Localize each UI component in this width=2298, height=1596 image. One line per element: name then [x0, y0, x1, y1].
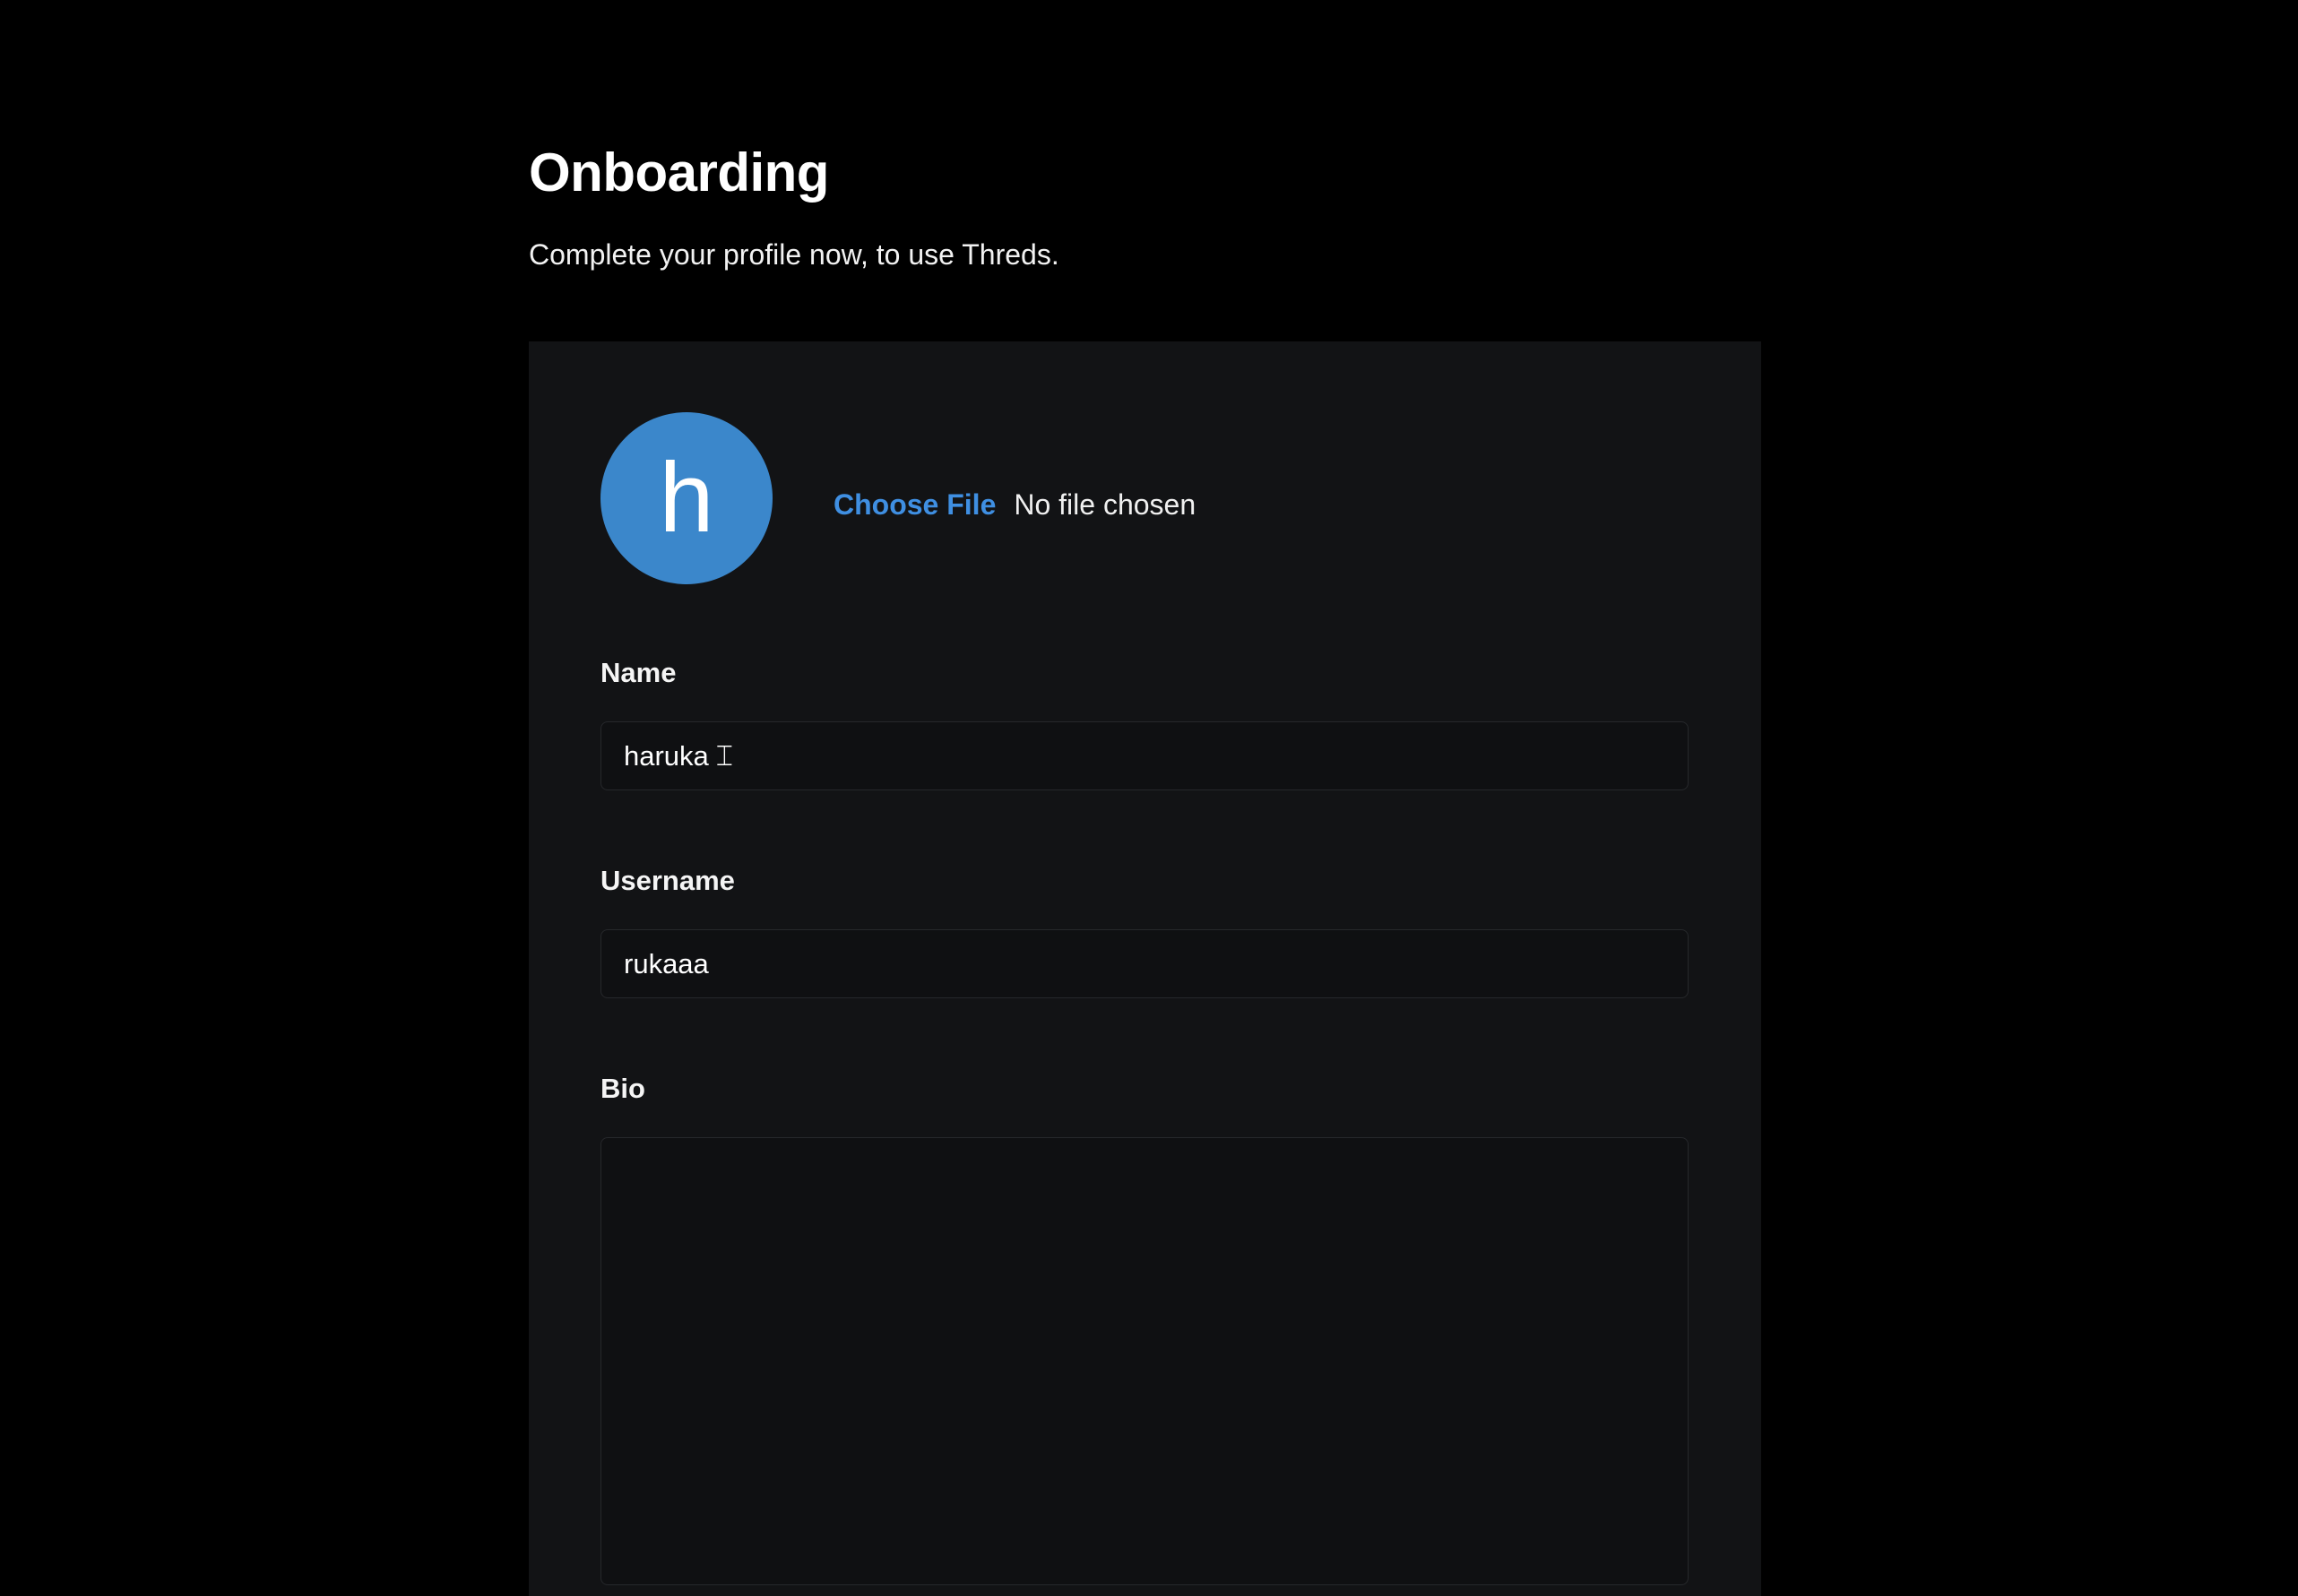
- name-value: haruka: [624, 739, 709, 772]
- page-title: Onboarding: [529, 142, 829, 203]
- username-value: rukaaa: [624, 947, 709, 979]
- file-input[interactable]: Choose File No file chosen: [834, 488, 1196, 522]
- choose-file-button[interactable]: Choose File: [834, 488, 996, 522]
- name-label: Name: [600, 657, 677, 688]
- username-input[interactable]: rukaaa: [600, 929, 1689, 998]
- text-cursor-icon: ⌶: [715, 738, 733, 772]
- bio-label: Bio: [600, 1073, 645, 1104]
- onboarding-form: h Choose File No file chosen Name haruka…: [529, 341, 1761, 1596]
- file-status: No file chosen: [1014, 488, 1197, 521]
- avatar: h: [600, 412, 773, 584]
- page-subtitle: Complete your profile now, to use Threds…: [529, 238, 1059, 271]
- name-input[interactable]: haruka ⌶: [600, 721, 1689, 790]
- bio-textarea[interactable]: [600, 1137, 1689, 1585]
- username-label: Username: [600, 865, 735, 896]
- avatar-letter: h: [659, 443, 714, 553]
